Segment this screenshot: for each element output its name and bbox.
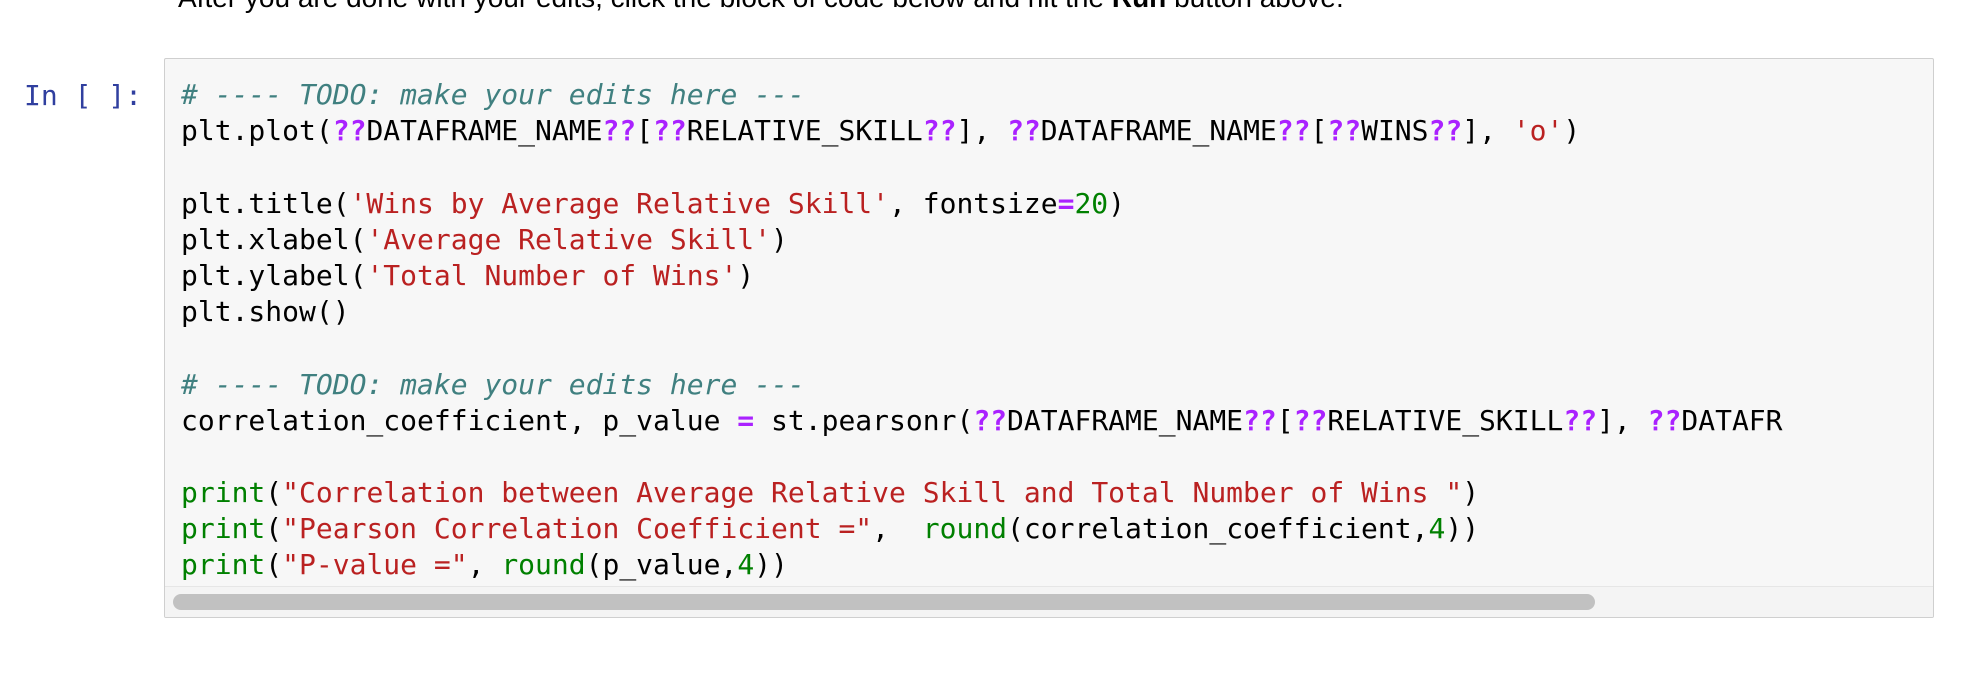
code-token: ?? <box>1647 403 1682 437</box>
code-token: ], <box>1462 114 1513 148</box>
instruction-text: After you are done with your edits, clic… <box>178 0 1344 16</box>
code-token: ?? <box>653 114 687 148</box>
code-token: ) <box>1108 186 1126 220</box>
code-token: )) <box>1445 512 1480 546</box>
code-token: ( <box>265 512 283 546</box>
scrollbar-thumb[interactable] <box>173 594 1595 610</box>
code-token: "Correlation between Average Relative Sk… <box>282 476 1463 510</box>
code-token: ) <box>771 222 788 256</box>
code-token: ?? <box>1293 403 1328 437</box>
code-token: )) <box>754 548 788 582</box>
code-line: # ---- TODO: make your edits here --- <box>181 77 1783 113</box>
code-token: plt.xlabel( <box>181 222 367 256</box>
code-token: ?? <box>1327 114 1362 148</box>
code-token: ) <box>737 258 755 292</box>
code-token: ( <box>265 476 283 510</box>
code-token: DATAFRAME_NAME <box>1007 403 1244 437</box>
code-line: print("Correlation between Average Relat… <box>181 475 1783 511</box>
code-token: 'o' <box>1512 114 1564 148</box>
code-line: print("Pearson Correlation Coefficient =… <box>181 511 1783 547</box>
code-token: print <box>181 548 266 582</box>
code-token: , <box>872 512 923 546</box>
code-token: RELATIVE_SKILL <box>1327 403 1564 437</box>
horizontal-scrollbar[interactable] <box>165 586 1933 617</box>
code-token: [ <box>1310 114 1328 148</box>
code-token: ?? <box>1428 114 1463 148</box>
instruction-text-before: After you are done with your edits, clic… <box>178 0 1112 13</box>
code-token: 'Wins by Average Relative Skill' <box>349 186 890 220</box>
code-line: plt.plot(??DATAFRAME_NAME??[??RELATIVE_S… <box>181 113 1783 149</box>
code-line: plt.show() <box>181 294 1783 330</box>
code-token: plt.show() <box>181 295 350 329</box>
code-token: (correlation_coefficient, <box>1007 512 1429 546</box>
code-token: correlation_coefficient, p_value <box>181 403 738 437</box>
code-token: print <box>181 512 266 546</box>
code-token: plt.ylabel( <box>181 258 367 292</box>
code-token: st.pearsonr( <box>754 403 974 437</box>
run-word: Run <box>1112 0 1166 13</box>
code-token: ?? <box>922 114 957 148</box>
code-token: ) <box>1563 114 1581 148</box>
code-line: ​ <box>181 330 1783 366</box>
code-token: ( <box>265 548 283 582</box>
code-line: print("P-value =", round(p_value,4)) <box>181 547 1783 583</box>
code-line: plt.xlabel('Average Relative Skill') <box>181 222 1783 258</box>
code-token: WINS <box>1361 114 1429 148</box>
code-token: 'Total Number of Wins' <box>366 258 738 292</box>
code-token: RELATIVE_SKILL <box>686 114 923 148</box>
code-line: ​ <box>181 149 1783 185</box>
code-token: 4 <box>1428 512 1446 546</box>
code-token: ) <box>1462 476 1480 510</box>
instruction-text-after: button above. <box>1166 0 1344 13</box>
code-line: plt.title('Wins by Average Relative Skil… <box>181 186 1783 222</box>
code-token: ?? <box>973 403 1008 437</box>
code-token: 20 <box>1074 186 1109 220</box>
code-token: DATAFRAME_NAME <box>1040 114 1277 148</box>
code-token: print <box>181 476 266 510</box>
code-token: ?? <box>1276 114 1311 148</box>
code-token: ?? <box>1563 403 1598 437</box>
code-token: [ <box>1276 403 1294 437</box>
code-token: (p_value, <box>585 548 738 582</box>
code-token: DATAFR <box>1681 403 1783 437</box>
code-token: ?? <box>1243 403 1277 437</box>
code-token: ?? <box>1007 114 1041 148</box>
code-token: ?? <box>332 114 367 148</box>
code-token: = <box>737 403 755 437</box>
code-cell[interactable]: # ---- TODO: make your edits here --- plt… <box>164 58 1934 618</box>
code-token: [ <box>636 114 654 148</box>
code-token: ], <box>956 114 1008 148</box>
code-token: plt.plot( <box>181 114 333 148</box>
code-token: 4 <box>737 548 755 582</box>
code-line: plt.ylabel('Total Number of Wins') <box>181 258 1783 294</box>
code-line: ​ <box>181 439 1783 475</box>
code-token: # ---- TODO: make your edits here --- <box>181 78 805 111</box>
code-token: ?? <box>602 114 637 148</box>
code-line: # ---- TODO: make your edits here --- <box>181 367 1783 403</box>
code-token: round <box>922 512 1008 546</box>
code-token: "P-value =" <box>282 548 468 582</box>
code-token: ], <box>1597 403 1648 437</box>
code-token: = <box>1057 186 1075 220</box>
code-token: , fontsize <box>889 186 1058 220</box>
code-token: # ---- TODO: make your edits here --- <box>181 367 805 401</box>
code-token: DATAFRAME_NAME <box>366 114 603 148</box>
code-line: correlation_coefficient, p_value = st.pe… <box>181 403 1783 439</box>
input-prompt: In [ ]: <box>24 79 143 112</box>
code-token: plt.title( <box>181 186 350 220</box>
code-token: "Pearson Correlation Coefficient =" <box>282 512 873 546</box>
code-token: , <box>467 548 502 582</box>
code-editor[interactable]: # ---- TODO: make your edits here --- plt… <box>181 77 1783 584</box>
code-token: round <box>501 548 586 582</box>
code-token: 'Average Relative Skill' <box>366 222 772 256</box>
